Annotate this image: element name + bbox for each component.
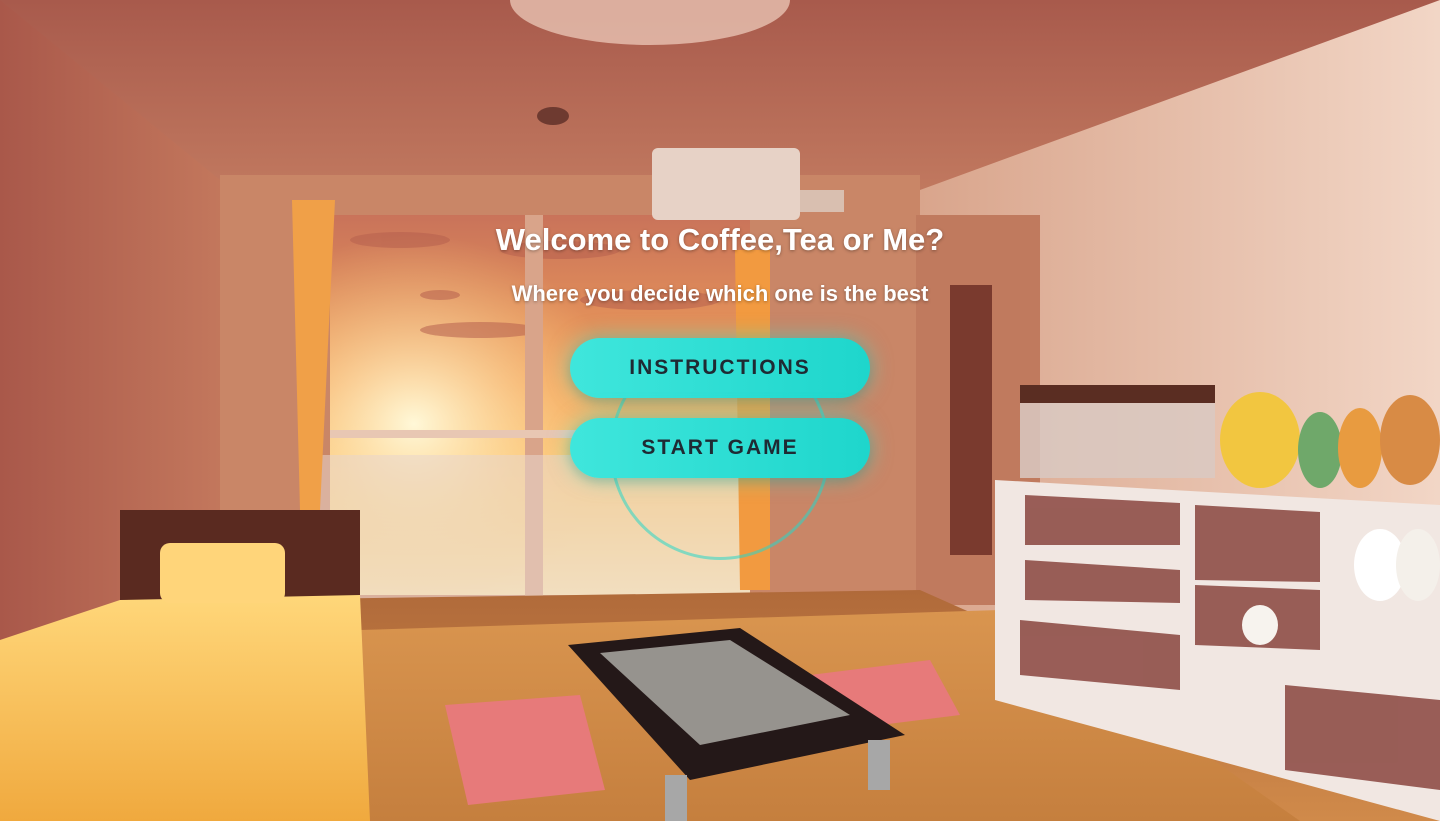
start-game-button[interactable]: START GAME	[570, 418, 870, 478]
instructions-button[interactable]: INSTRUCTIONS	[570, 338, 870, 398]
game-subtitle: Where you decide which one is the best	[511, 281, 929, 306]
game-title: Welcome to Coffee,Tea or Me?	[495, 222, 945, 257]
main-menu: Welcome to Coffee,Tea or Me? Where you d…	[0, 0, 1440, 821]
